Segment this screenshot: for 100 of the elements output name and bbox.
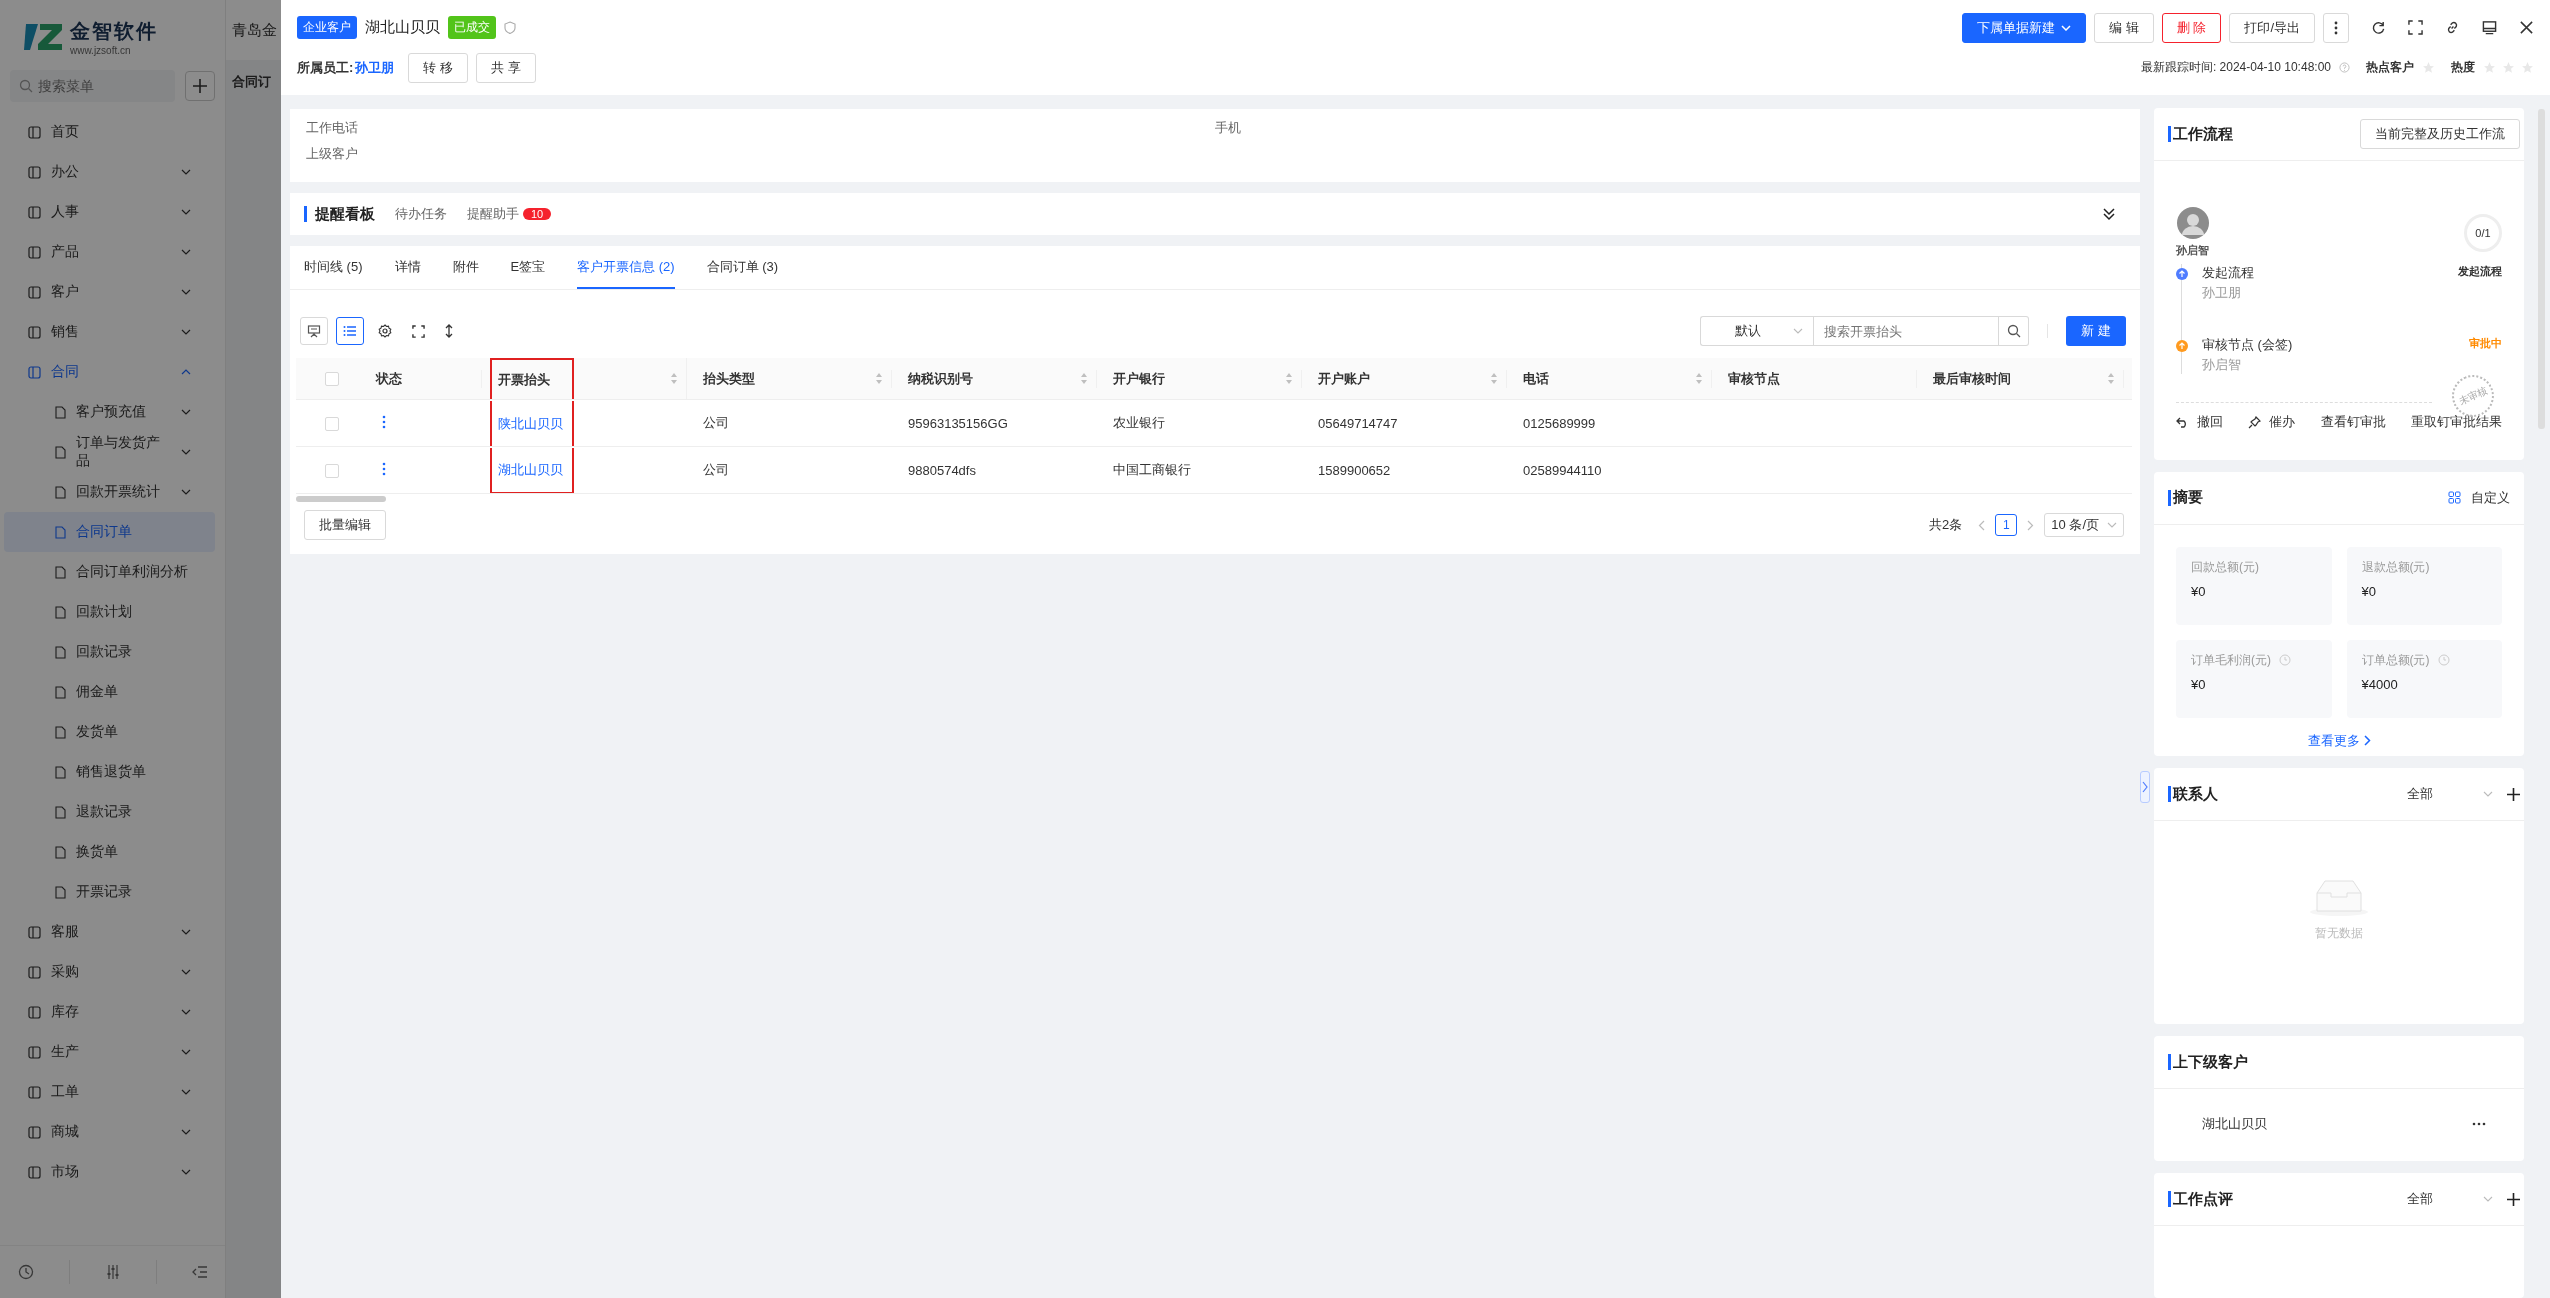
collapse-menu-icon[interactable] [191,1264,208,1280]
nav-item[interactable]: 人事 [0,192,225,232]
nav-item[interactable]: 合同 [0,352,225,392]
step-person: 孙启智 [2202,356,2242,374]
sort-icon[interactable] [2107,372,2115,385]
vertical-dots-icon[interactable] [382,414,386,429]
nav-item[interactable]: 销售退货单 [4,752,215,792]
nav-item[interactable]: 工单 [0,1072,225,1112]
sort-icon[interactable] [1080,372,1088,385]
monitor-icon[interactable] [2482,20,2497,35]
bulk-edit-button[interactable]: 批量编辑 [304,510,386,540]
page-size-select[interactable]: 10 条/页 [2044,513,2124,537]
double-chevron-down-icon[interactable] [2102,207,2116,221]
history-icon[interactable] [17,1264,34,1280]
step-status: 审批中 [2469,336,2502,351]
nav-item[interactable]: 合同订单 [4,512,215,552]
invoice-title-link[interactable]: 陕北山贝贝 [498,414,563,433]
sort-icon[interactable] [670,372,678,385]
nav-item[interactable]: 库存 [0,992,225,1032]
more-icon[interactable] [2472,1122,2486,1127]
sort-icon[interactable] [875,372,883,385]
nav-item[interactable]: 销售 [0,312,225,352]
sort-icon[interactable] [1285,372,1293,385]
action-button[interactable]: 打印/导出 [2229,12,2315,43]
nav-item[interactable]: 佣金单 [4,672,215,712]
new-button[interactable]: 新 建 [2066,316,2126,346]
nav-item[interactable]: 客户预充值 [4,392,215,432]
nav-item[interactable]: 回款开票统计 [4,472,215,512]
column-header: 抬头类型 [703,369,755,388]
related-customer[interactable]: 湖北山贝贝 [2202,1115,2267,1134]
search-field[interactable]: 搜索菜单 [10,70,175,102]
nav-item[interactable]: 订单与发货产品 [4,432,215,472]
more-button[interactable] [2323,12,2349,43]
tab[interactable]: E签宝 [510,246,546,289]
settings-icon[interactable] [378,324,392,338]
nav-item[interactable]: 客户 [0,272,225,312]
nav-item[interactable]: 合同订单利润分析 [4,552,215,592]
filter-select[interactable]: 全部 [2407,1190,2493,1209]
filter-select[interactable]: 全部 [2407,785,2493,804]
nav-item[interactable]: 市场 [0,1152,225,1192]
fullscreen-icon[interactable] [412,324,425,338]
checkbox[interactable] [325,416,339,431]
tab[interactable]: 时间线 (5) [304,246,363,289]
nav-item[interactable]: 回款计划 [4,592,215,632]
nav-item[interactable]: 产品 [0,232,225,272]
checkbox[interactable] [325,463,339,478]
nav-item[interactable]: 发货单 [4,712,215,752]
invoice-title-link[interactable]: 湖北山贝贝 [498,460,563,479]
nav-item[interactable]: 回款记录 [4,632,215,672]
page-tab[interactable]: 合同订 [232,73,271,91]
tab[interactable]: 详情 [394,246,421,289]
collapse-handle[interactable] [2140,771,2150,803]
owner-link[interactable]: 孙卫朋 [355,58,395,77]
workflow-action[interactable]: 催办 [2248,413,2296,431]
action-button[interactable]: 下属单据新建 [1962,12,2087,43]
fullscreen-icon[interactable] [2408,20,2423,35]
search-button[interactable] [1999,316,2030,346]
tab[interactable]: 合同订单 (3) [706,246,779,289]
page-button[interactable]: 1 [1995,514,2018,536]
nav-item[interactable]: 客服 [0,912,225,952]
chevron-left-icon[interactable] [1978,519,1986,531]
document-icon [54,885,66,899]
nav-item[interactable]: 采购 [0,952,225,992]
owner-button[interactable]: 共 享 [475,52,536,83]
nav-item[interactable]: 商城 [0,1112,225,1152]
nav-item[interactable]: 生产 [0,1032,225,1072]
action-button[interactable]: 删 除 [2161,12,2222,43]
scrollbar-thumb[interactable] [2538,109,2545,429]
workflow-action[interactable]: 撤回 [2176,413,2223,431]
vertical-dots-icon[interactable] [382,461,386,476]
sort-icon[interactable] [1695,372,1703,385]
reminder-tab[interactable]: 提醒助手 10 [467,205,552,223]
close-icon[interactable] [2519,20,2534,35]
checkbox[interactable] [325,372,339,387]
nav-item[interactable]: 退款记录 [4,792,215,832]
vertical-arrows-icon[interactable] [445,324,453,338]
sort-icon[interactable] [1490,372,1498,385]
nav-item[interactable]: 办公 [0,152,225,192]
view-more-link[interactable]: 查看更多 [2307,731,2371,750]
chevron-right-icon[interactable] [2027,519,2035,531]
search-field[interactable]: 搜索开票抬头 [1813,316,2000,346]
link-icon[interactable] [2445,20,2460,35]
nav-item[interactable]: 首页 [0,112,225,152]
action-button[interactable]: 编 辑 [2094,12,2154,43]
empty-text: 暂无数据 [2315,925,2363,943]
view-button[interactable] [336,317,364,345]
refresh-icon[interactable] [2371,20,2386,35]
plus-icon[interactable] [2507,787,2520,801]
owner-button[interactable]: 转 移 [408,52,468,83]
nav-item[interactable]: 开票记录 [4,872,215,912]
add-button[interactable] [185,71,215,101]
history-button[interactable]: 当前完整及历史工作流 [2360,119,2520,149]
tab[interactable]: 客户开票信息 (2) [577,246,675,289]
tab[interactable]: 附件 [452,246,479,289]
plus-icon[interactable] [2507,1192,2520,1206]
nav-item[interactable]: 换货单 [4,832,215,872]
reminder-tab[interactable]: 待办任务 [395,205,447,223]
customize-button[interactable]: 自定义 [2448,488,2510,507]
scrollbar-thumb[interactable] [296,496,386,502]
workflow-action[interactable]: 查看钉审批 [2320,413,2386,431]
